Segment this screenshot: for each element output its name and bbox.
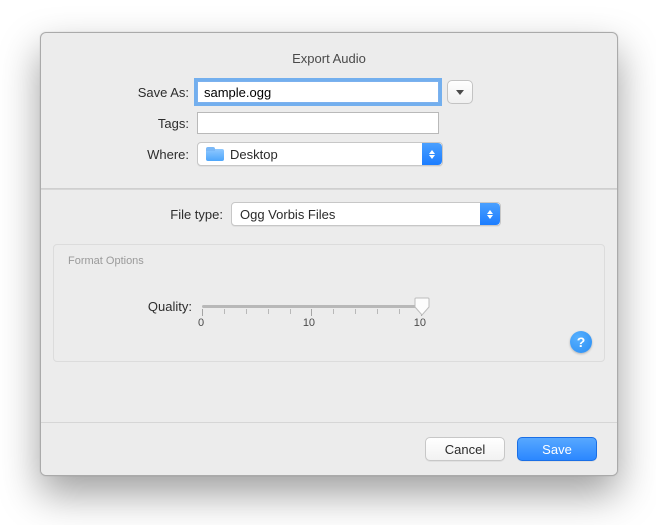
slider-ticks bbox=[202, 309, 422, 315]
updown-arrows-icon bbox=[480, 203, 500, 225]
row-file-type: File type: Ogg Vorbis Files bbox=[61, 202, 587, 226]
row-where: Where: Desktop bbox=[61, 142, 587, 166]
cancel-button[interactable]: Cancel bbox=[425, 437, 505, 461]
save-label: Save bbox=[542, 442, 572, 457]
slider-track bbox=[202, 305, 422, 308]
label-file-type: File type: bbox=[61, 207, 231, 222]
where-popup[interactable]: Desktop bbox=[197, 142, 443, 166]
label-save-as: Save As: bbox=[61, 85, 197, 100]
quality-row: Quality: 0 10 10 bbox=[128, 297, 590, 331]
row-tags: Tags: bbox=[61, 112, 587, 134]
slider-tick-labels: 0 10 10 bbox=[198, 317, 426, 329]
label-tags: Tags: bbox=[61, 116, 197, 131]
question-mark-icon: ? bbox=[577, 334, 586, 350]
tags-input[interactable] bbox=[197, 112, 439, 134]
format-options-group: Format Options Quality: 0 10 bbox=[53, 244, 605, 362]
cancel-label: Cancel bbox=[445, 442, 485, 457]
file-type-popup[interactable]: Ogg Vorbis Files bbox=[231, 202, 501, 226]
dialog-footer: Cancel Save bbox=[41, 422, 617, 475]
tick-label: 0 bbox=[198, 317, 204, 329]
tick-label: 10 bbox=[414, 317, 426, 329]
label-where: Where: bbox=[61, 147, 197, 162]
quality-slider[interactable]: 0 10 10 bbox=[202, 297, 422, 331]
row-save-as: Save As: bbox=[61, 80, 587, 104]
slider-thumb[interactable] bbox=[414, 297, 430, 316]
save-as-wrap bbox=[197, 80, 473, 104]
tick-label: 10 bbox=[303, 317, 315, 329]
file-type-section: File type: Ogg Vorbis Files bbox=[41, 190, 617, 244]
save-button[interactable]: Save bbox=[517, 437, 597, 461]
save-panel: Save As: Tags: Where: Desktop bbox=[41, 80, 617, 188]
chevron-down-icon bbox=[456, 90, 464, 95]
dialog-title: Export Audio bbox=[292, 51, 366, 66]
help-button[interactable]: ? bbox=[570, 331, 592, 353]
folder-icon bbox=[206, 147, 224, 161]
title-area: Export Audio bbox=[41, 33, 617, 80]
format-options-title: Format Options bbox=[68, 255, 590, 267]
export-audio-dialog: Export Audio Save As: Tags: Where: Deskt… bbox=[40, 32, 618, 476]
save-as-input[interactable] bbox=[197, 81, 439, 103]
updown-arrows-icon bbox=[422, 143, 442, 165]
label-quality: Quality: bbox=[128, 297, 202, 314]
expand-save-panel-button[interactable] bbox=[447, 80, 473, 104]
file-type-selected: Ogg Vorbis Files bbox=[240, 207, 335, 222]
where-selected: Desktop bbox=[230, 147, 278, 162]
